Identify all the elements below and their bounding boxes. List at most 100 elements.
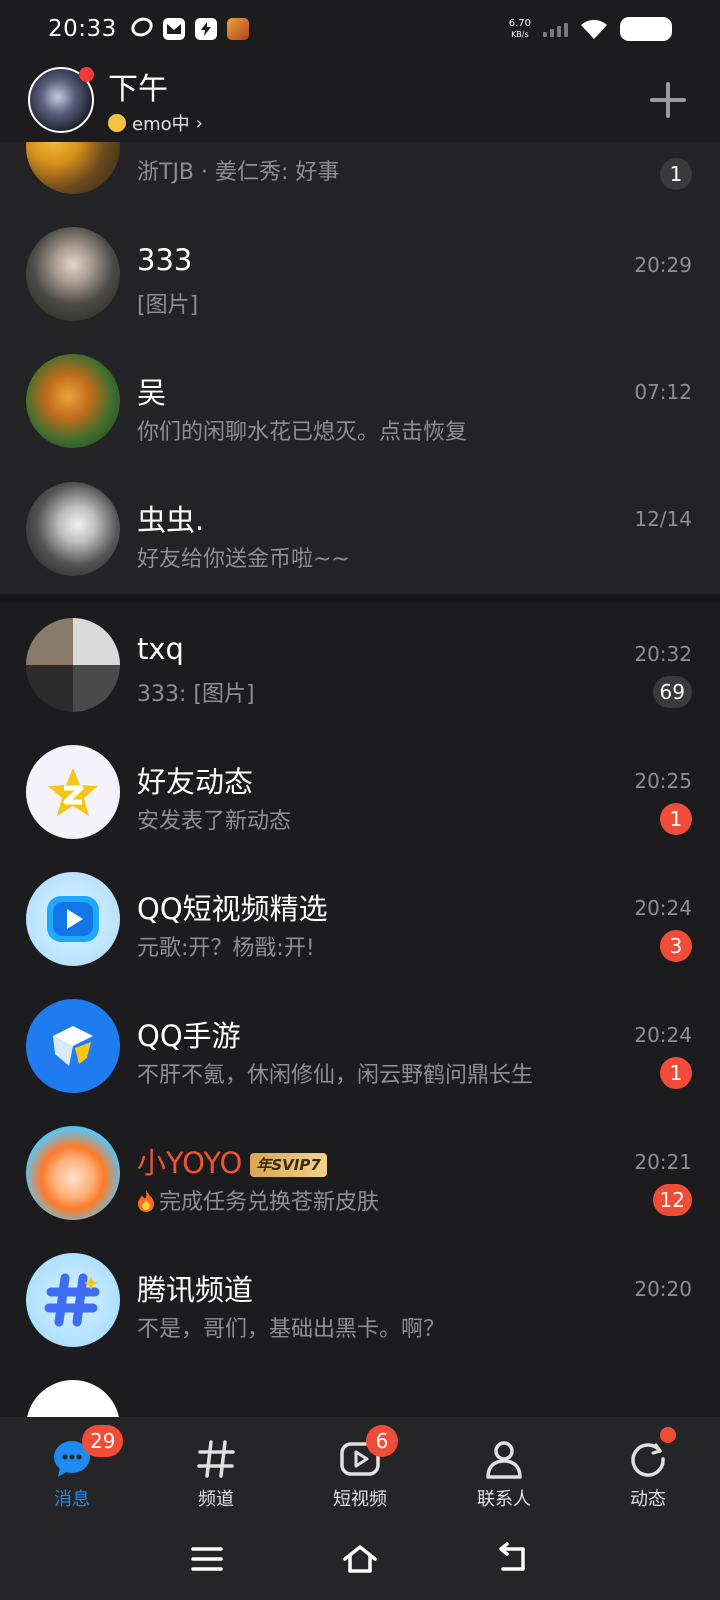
nav-label: 短视频 <box>333 1489 387 1510</box>
nav-short-video[interactable]: 短视频 6 <box>288 1417 432 1517</box>
chat-preview: 完成任务兑换苍新皮肤 <box>137 1184 379 1216</box>
nav-badge: 29 <box>82 1425 124 1457</box>
chat-avatar <box>26 1380 120 1417</box>
chat-title: 小YOYO 年SVIP7 <box>137 1140 327 1182</box>
chat-title: 虫虫. <box>137 503 205 537</box>
chat-row[interactable]: 好友动态 安发表了新动态 20:25 1 <box>0 729 720 856</box>
tencent-channel-avatar <box>26 1253 120 1347</box>
group-avatar <box>26 618 120 712</box>
battery-icon <box>620 17 672 41</box>
chat-time: 20:21 <box>634 1150 692 1174</box>
chat-row[interactable] <box>0 1364 720 1417</box>
chat-time: 20:24 <box>634 896 692 920</box>
game-icon <box>53 1026 93 1066</box>
network-speed: 6.70 KB/s <box>508 18 531 39</box>
nav-label: 联系人 <box>477 1489 531 1510</box>
chat-title: txq <box>137 632 184 666</box>
flash-notification-icon <box>194 18 217 40</box>
hash-icon <box>44 1273 100 1327</box>
chat-time: 20:32 <box>634 642 692 666</box>
unread-badge: 69 <box>652 676 692 708</box>
avatar-notification-dot <box>79 67 94 82</box>
sad-emoji-icon <box>108 114 126 132</box>
nav-label: 动态 <box>630 1489 666 1510</box>
nav-label: 频道 <box>198 1489 234 1510</box>
system-nav-bar <box>0 1517 720 1600</box>
chat-avatar <box>26 354 120 448</box>
chat-time: 20:24 <box>634 1023 692 1047</box>
chat-row[interactable]: 浙TJB · 姜仁秀: 好事 1 <box>0 142 720 211</box>
unread-badge: 1 <box>660 1057 692 1089</box>
unread-badge: 1 <box>660 803 692 835</box>
wifi-icon <box>581 19 607 39</box>
nav-notification-dot <box>660 1427 676 1443</box>
signal-icon <box>543 21 568 37</box>
chat-row[interactable]: 小YOYO 年SVIP7 完成任务兑换苍新皮肤 20:21 12 <box>0 1110 720 1237</box>
chat-row[interactable]: 333 [图片] 20:29 <box>0 211 720 338</box>
bottom-nav: 消息 29 频道 短视频 6 联系人 动态 <box>0 1417 720 1517</box>
chat-row[interactable]: 虫虫. 好友给你送金币啦~~ 12/14 <box>0 465 720 594</box>
play-icon <box>47 896 99 942</box>
mail-notification-icon <box>162 18 185 40</box>
chat-list: 浙TJB · 姜仁秀: 好事 1 333 [图片] 20:29 吴 你们的闲聊水… <box>0 142 720 1417</box>
app-notification-icon <box>128 14 156 40</box>
user-status[interactable]: emo中 › <box>108 110 203 136</box>
chat-preview: 333: [图片] <box>137 682 255 707</box>
chevron-right-icon: › <box>195 112 203 134</box>
chat-row[interactable]: QQ短视频精选 元歌:开？杨戬:开! 20:24 3 <box>0 856 720 983</box>
star-icon <box>48 768 98 816</box>
chat-avatar <box>26 227 120 321</box>
chat-preview: 元歌:开？杨戬:开! <box>137 936 315 961</box>
chat-row[interactable]: txq 333: [图片] 20:32 69 <box>0 602 720 729</box>
status-bar: 20:33 6.70 KB/s <box>0 0 720 58</box>
nav-channels[interactable]: 频道 <box>144 1417 288 1517</box>
chat-title: 好友动态 <box>137 765 254 799</box>
short-video-avatar <box>26 872 120 966</box>
status-time: 20:33 <box>48 16 117 42</box>
chat-title: 333 <box>137 243 193 277</box>
chat-time: 20:25 <box>634 769 692 793</box>
back-icon[interactable] <box>493 1539 533 1579</box>
section-divider <box>0 594 720 602</box>
chat-preview: 好友给你送金币啦~~ <box>137 547 350 572</box>
chat-time: 20:29 <box>634 253 692 277</box>
chat-preview: [图片] <box>137 293 199 318</box>
chat-time: 12/14 <box>634 507 692 531</box>
chat-title: 腾讯频道 <box>137 1273 254 1307</box>
chat-preview: 不是，哥们，基础出黑卡。啊？ <box>137 1317 446 1342</box>
chat-avatar <box>26 482 120 576</box>
chat-row[interactable]: QQ手游 不肝不氪，休闲修仙，闲云野鹤问鼎长生 20:24 1 <box>0 983 720 1110</box>
notification-icons <box>128 14 249 40</box>
user-avatar[interactable] <box>28 67 94 133</box>
nav-badge: 6 <box>366 1425 398 1457</box>
svip-badge: 年SVIP7 <box>250 1153 327 1177</box>
chat-preview: 浙TJB · 姜仁秀: 好事 <box>137 160 340 185</box>
chat-time: 20:20 <box>634 1277 692 1301</box>
chat-time: 07:12 <box>634 380 692 404</box>
qq-games-avatar <box>26 999 120 1093</box>
chat-preview: 你们的闲聊水花已熄灭。点击恢复 <box>137 420 468 445</box>
person-icon <box>486 1441 522 1479</box>
chat-preview: 不肝不氪，休闲修仙，闲云野鹤问鼎长生 <box>137 1063 534 1088</box>
chat-preview: 安发表了新动态 <box>137 809 292 834</box>
yoyo-avatar <box>26 1126 120 1220</box>
nav-messages[interactable]: 消息 29 <box>0 1417 144 1517</box>
user-nickname[interactable]: 下午 <box>108 64 203 108</box>
nav-contacts[interactable]: 联系人 <box>432 1417 576 1517</box>
nav-label: 消息 <box>54 1489 90 1510</box>
chat-row[interactable]: 吴 你们的闲聊水花已熄灭。点击恢复 07:12 <box>0 338 720 465</box>
unread-badge: 1 <box>660 158 692 190</box>
game-notification-icon <box>226 18 249 40</box>
chat-title: QQ手游 <box>137 1019 241 1053</box>
add-button[interactable] <box>644 76 692 124</box>
fire-icon <box>138 1190 154 1212</box>
unread-badge: 12 <box>652 1184 692 1216</box>
hash-icon <box>197 1440 235 1478</box>
menu-icon[interactable] <box>187 1539 227 1579</box>
home-icon[interactable] <box>340 1539 380 1579</box>
chat-title: 吴 <box>137 376 167 410</box>
chat-row[interactable]: 腾讯频道 不是，哥们，基础出黑卡。啊？ 20:20 <box>0 1237 720 1364</box>
nav-moments[interactable]: 动态 <box>576 1417 720 1517</box>
refresh-star-icon <box>631 1443 665 1477</box>
unread-badge: 3 <box>660 930 692 962</box>
